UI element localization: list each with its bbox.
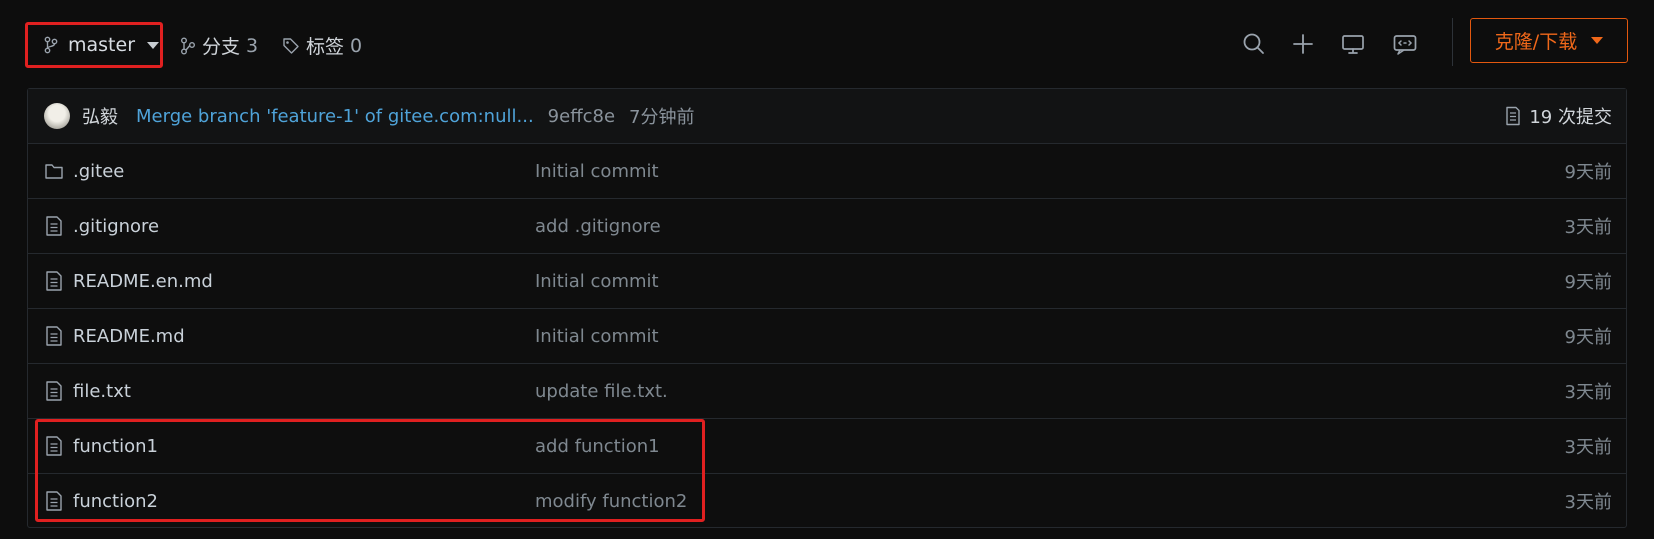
file-commit-time: 3天前 xyxy=(1564,437,1612,458)
file-commit-message[interactable]: Initial commit xyxy=(535,326,659,347)
file-commit-time: 3天前 xyxy=(1564,492,1612,513)
file-icon xyxy=(46,436,62,456)
tag-icon xyxy=(283,37,299,54)
commit-sha[interactable]: 9effc8e xyxy=(548,106,615,127)
branch-selector[interactable]: master xyxy=(25,22,163,68)
tags-count: 0 xyxy=(350,34,363,57)
file-commit-time: 9天前 xyxy=(1564,272,1612,293)
history-icon xyxy=(1506,106,1521,126)
monitor-icon[interactable] xyxy=(1339,30,1367,58)
branches-count: 3 xyxy=(246,34,259,57)
file-commit-time: 9天前 xyxy=(1564,162,1612,183)
file-commit-time: 3天前 xyxy=(1564,217,1612,238)
branch-icon xyxy=(181,37,195,54)
file-row[interactable]: function2 modify function2 3天前 xyxy=(28,474,1626,528)
file-commit-message[interactable]: Initial commit xyxy=(535,271,659,292)
plus-icon[interactable] xyxy=(1289,30,1317,58)
file-row[interactable]: file.txt update file.txt. 3天前 xyxy=(28,364,1626,419)
file-commit-time: 3天前 xyxy=(1564,382,1612,403)
file-icon xyxy=(46,491,62,511)
file-commit-message[interactable]: modify function2 xyxy=(535,491,687,512)
file-icon xyxy=(46,326,62,346)
file-commit-message[interactable]: Initial commit xyxy=(535,161,659,182)
file-commit-message[interactable]: add function1 xyxy=(535,436,660,457)
file-row[interactable]: .gitignore add .gitignore 3天前 xyxy=(28,199,1626,254)
file-row[interactable]: README.md Initial commit 9天前 xyxy=(28,309,1626,364)
commit-time: 7分钟前 xyxy=(629,107,695,128)
branches-link[interactable]: 分支 3 xyxy=(180,32,258,59)
file-name[interactable]: .gitee xyxy=(73,161,124,182)
clone-download-button[interactable]: 克隆/下载 xyxy=(1470,18,1628,63)
commit-message-link[interactable]: Merge branch 'feature-1' of gitee.com:nu… xyxy=(136,106,534,127)
file-icon xyxy=(46,216,62,236)
clone-download-label: 克隆/下载 xyxy=(1494,31,1578,53)
commit-author[interactable]: 弘毅 xyxy=(82,103,118,129)
file-name[interactable]: README.md xyxy=(73,326,185,347)
branches-label: 分支 xyxy=(202,36,241,58)
tags-link[interactable]: 标签 0 xyxy=(282,32,362,59)
file-commit-message[interactable]: update file.txt. xyxy=(535,381,668,402)
branch-icon xyxy=(44,36,58,54)
code-review-icon[interactable] xyxy=(1391,30,1419,58)
commits-count: 19 次提交 xyxy=(1529,107,1612,128)
chevron-down-icon xyxy=(1591,37,1604,44)
file-commit-time: 9天前 xyxy=(1564,327,1612,348)
file-row[interactable]: README.en.md Initial commit 9天前 xyxy=(28,254,1626,309)
file-row[interactable]: .gitee Initial commit 9天前 xyxy=(28,144,1626,199)
file-name[interactable]: file.txt xyxy=(73,381,131,402)
file-name[interactable]: function2 xyxy=(73,491,158,512)
folder-icon xyxy=(45,164,63,179)
toolbar-divider xyxy=(1452,18,1453,66)
file-name[interactable]: function1 xyxy=(73,436,158,457)
tags-label: 标签 xyxy=(306,36,345,58)
commits-count-link[interactable]: 19 次提交 xyxy=(1505,103,1612,129)
file-row[interactable]: function1 add function1 3天前 xyxy=(28,419,1626,474)
file-commit-message[interactable]: add .gitignore xyxy=(535,216,661,237)
search-icon[interactable] xyxy=(1240,30,1268,58)
file-name[interactable]: README.en.md xyxy=(73,271,213,292)
file-icon xyxy=(46,381,62,401)
file-list-panel: 弘毅 Merge branch 'feature-1' of gitee.com… xyxy=(27,88,1627,528)
last-commit-bar: 弘毅 Merge branch 'feature-1' of gitee.com… xyxy=(28,89,1626,144)
repo-toolbar: master 分支 3 标签 0 克隆/下载 xyxy=(0,0,1654,88)
branch-name: master xyxy=(68,34,136,56)
file-name[interactable]: .gitignore xyxy=(73,216,159,237)
file-icon xyxy=(46,271,62,291)
avatar[interactable] xyxy=(44,103,70,129)
file-table: .gitee Initial commit 9天前 .gitignore add .gi… xyxy=(28,144,1626,528)
chevron-down-icon xyxy=(147,41,160,49)
